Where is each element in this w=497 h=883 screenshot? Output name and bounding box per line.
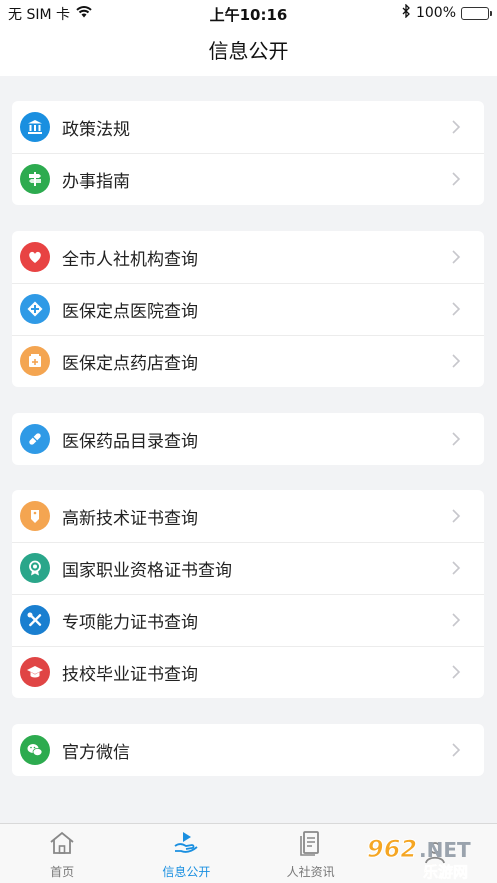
certificate-tag-icon bbox=[20, 501, 50, 531]
bluetooth-icon bbox=[402, 3, 411, 22]
menu-item-institution-query[interactable]: 全市人社机构查询 bbox=[12, 231, 484, 283]
menu-item-label: 专项能力证书查询 bbox=[62, 612, 198, 633]
chevron-right-icon bbox=[446, 662, 466, 682]
chevron-right-icon bbox=[446, 429, 466, 449]
menu-item-drug-catalog-query[interactable]: 医保药品目录查询 bbox=[12, 413, 484, 465]
tab-info-disclosure[interactable]: 信息公开 bbox=[124, 824, 248, 883]
court-building-icon bbox=[20, 112, 50, 142]
menu-item-label: 高新技术证书查询 bbox=[62, 508, 198, 529]
graduation-cap-icon bbox=[20, 657, 50, 687]
battery-icon bbox=[461, 6, 492, 20]
tab-profile[interactable] bbox=[373, 824, 497, 883]
navigation-bar: 信息公开 bbox=[0, 26, 497, 76]
tab-label: 首页 bbox=[50, 865, 75, 879]
menu-item-label: 医保药品目录查询 bbox=[62, 431, 198, 452]
menu-item-label: 国家职业资格证书查询 bbox=[62, 560, 232, 581]
menu-item-label: 政策法规 bbox=[62, 119, 130, 140]
pill-icon bbox=[20, 424, 50, 454]
menu-item-label: 医保定点药店查询 bbox=[62, 353, 198, 374]
chevron-right-icon bbox=[446, 558, 466, 578]
tab-home[interactable]: 首页 bbox=[0, 824, 124, 883]
menu-item-label: 技校毕业证书查询 bbox=[62, 664, 198, 685]
status-bar: 无 SIM 卡 上午10:16 100% bbox=[0, 0, 497, 26]
menu-item-special-ability-query[interactable]: 专项能力证书查询 bbox=[12, 594, 484, 646]
menu-item-policy-regulations[interactable]: 政策法规 bbox=[12, 101, 484, 153]
tab-label: 人社资讯 bbox=[286, 865, 335, 879]
profile-icon bbox=[421, 838, 449, 870]
wechat-icon bbox=[20, 735, 50, 765]
battery-percent: 100% bbox=[415, 5, 456, 21]
chevron-right-icon bbox=[446, 610, 466, 630]
tools-icon bbox=[20, 605, 50, 635]
menu-item-label: 办事指南 bbox=[62, 171, 130, 192]
news-doc-icon bbox=[297, 829, 325, 861]
menu-item-label: 医保定点医院查询 bbox=[62, 301, 198, 322]
menu-item-service-guide[interactable]: 办事指南 bbox=[12, 153, 484, 205]
menu-section-certificates: 高新技术证书查询 国家职业资格证书查询 专项能力证书查询 技校毕业证书查询 bbox=[12, 490, 484, 698]
menu-item-hightech-certificate-query[interactable]: 高新技术证书查询 bbox=[12, 490, 484, 542]
menu-item-technical-school-query[interactable]: 技校毕业证书查询 bbox=[12, 646, 484, 698]
home-icon bbox=[48, 829, 76, 861]
signpost-icon bbox=[20, 164, 50, 194]
menu-section-drugs: 医保药品目录查询 bbox=[12, 413, 484, 465]
menu-item-label: 官方微信 bbox=[62, 742, 130, 763]
menu-item-hospital-query[interactable]: 医保定点医院查询 bbox=[12, 283, 484, 335]
menu-section-policy: 政策法规 办事指南 bbox=[12, 101, 484, 205]
chevron-right-icon bbox=[446, 247, 466, 267]
chevron-right-icon bbox=[446, 351, 466, 371]
chevron-right-icon bbox=[446, 299, 466, 319]
menu-item-national-qualification-query[interactable]: 国家职业资格证书查询 bbox=[12, 542, 484, 594]
menu-item-label: 全市人社机构查询 bbox=[62, 249, 198, 270]
chevron-right-icon bbox=[446, 117, 466, 137]
chevron-right-icon bbox=[446, 740, 466, 760]
page-title: 信息公开 bbox=[208, 39, 289, 63]
medal-icon bbox=[20, 553, 50, 583]
chevron-right-icon bbox=[446, 506, 466, 526]
chevron-right-icon bbox=[446, 169, 466, 189]
menu-section-wechat: 官方微信 bbox=[12, 724, 484, 776]
medical-cross-icon bbox=[20, 294, 50, 324]
info-hand-icon bbox=[172, 829, 200, 861]
menu-section-institutions: 全市人社机构查询 医保定点医院查询 医保定点药店查询 bbox=[12, 231, 484, 387]
tab-news[interactable]: 人社资讯 bbox=[249, 824, 373, 883]
menu-item-official-wechat[interactable]: 官方微信 bbox=[12, 724, 484, 776]
tab-bar: 首页 信息公开 人社资讯 bbox=[0, 823, 497, 883]
menu-item-pharmacy-query[interactable]: 医保定点药店查询 bbox=[12, 335, 484, 387]
heart-icon bbox=[20, 242, 50, 272]
tab-label: 信息公开 bbox=[162, 865, 211, 879]
pharmacy-icon bbox=[20, 346, 50, 376]
